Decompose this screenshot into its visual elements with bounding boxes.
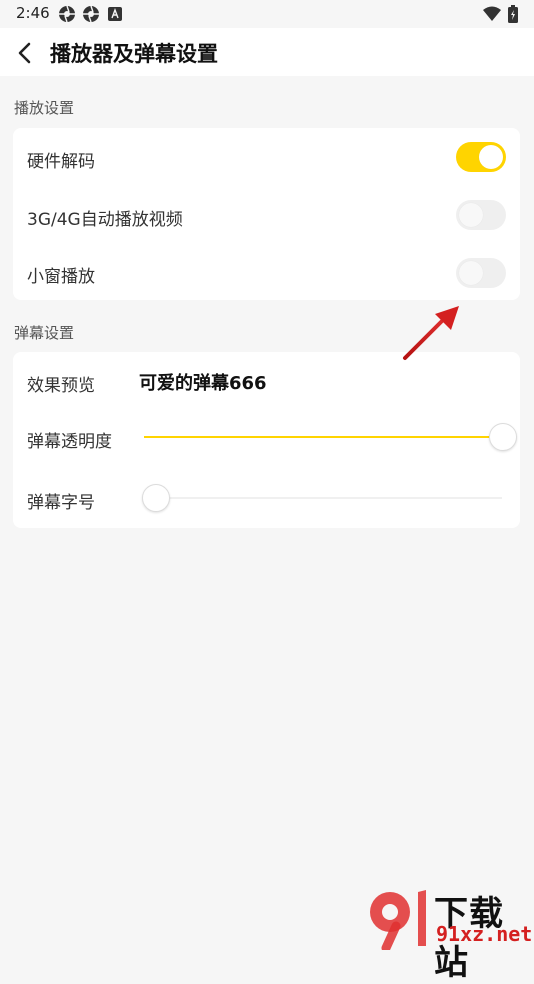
- status-bar: 2:46: [0, 0, 534, 28]
- section-label-playback: 播放设置: [14, 99, 75, 117]
- hardware-decoding-toggle[interactable]: [456, 142, 506, 172]
- mini-window-toggle[interactable]: [456, 258, 506, 288]
- notification-a-icon: [108, 7, 122, 21]
- status-time: 2:46: [16, 4, 50, 22]
- section-label-danmaku: 弹幕设置: [14, 324, 75, 342]
- battery-icon: [508, 5, 518, 23]
- toggle-knob: [479, 145, 503, 169]
- mobile-autoplay-label: 3G/4G自动播放视频: [27, 210, 183, 230]
- back-arrow-icon[interactable]: [8, 36, 42, 70]
- slider-thumb[interactable]: [142, 484, 170, 512]
- aperture-icon: [59, 5, 75, 23]
- annotation-arrow: [403, 306, 459, 360]
- toggle-knob: [459, 203, 483, 227]
- page-title: 播放器及弹幕设置: [50, 42, 218, 66]
- mobile-autoplay-toggle[interactable]: [456, 200, 506, 230]
- mini-window-label: 小窗播放: [27, 267, 95, 287]
- font-size-label: 弹幕字号: [27, 493, 95, 513]
- watermark-url: 91xz.net: [436, 922, 533, 946]
- playback-settings-card: 硬件解码 3G/4G自动播放视频 小窗播放: [13, 128, 520, 300]
- danmaku-settings-card: 效果预览 可爱的弹幕666 弹幕透明度 弹幕字号: [13, 352, 520, 528]
- danmaku-preview-text: 可爱的弹幕666: [139, 373, 267, 394]
- slider-fill: [144, 436, 502, 438]
- app-header: 播放器及弹幕设置: [0, 28, 534, 76]
- font-size-slider[interactable]: [142, 483, 502, 513]
- slider-track: [155, 497, 502, 499]
- opacity-label: 弹幕透明度: [27, 432, 112, 452]
- opacity-slider[interactable]: [144, 422, 517, 452]
- toggle-knob: [459, 261, 483, 285]
- wifi-icon: [483, 6, 501, 21]
- aperture-icon: [83, 5, 99, 23]
- preview-label: 效果预览: [27, 376, 95, 396]
- hardware-decoding-label: 硬件解码: [27, 152, 95, 172]
- slider-thumb[interactable]: [489, 423, 517, 451]
